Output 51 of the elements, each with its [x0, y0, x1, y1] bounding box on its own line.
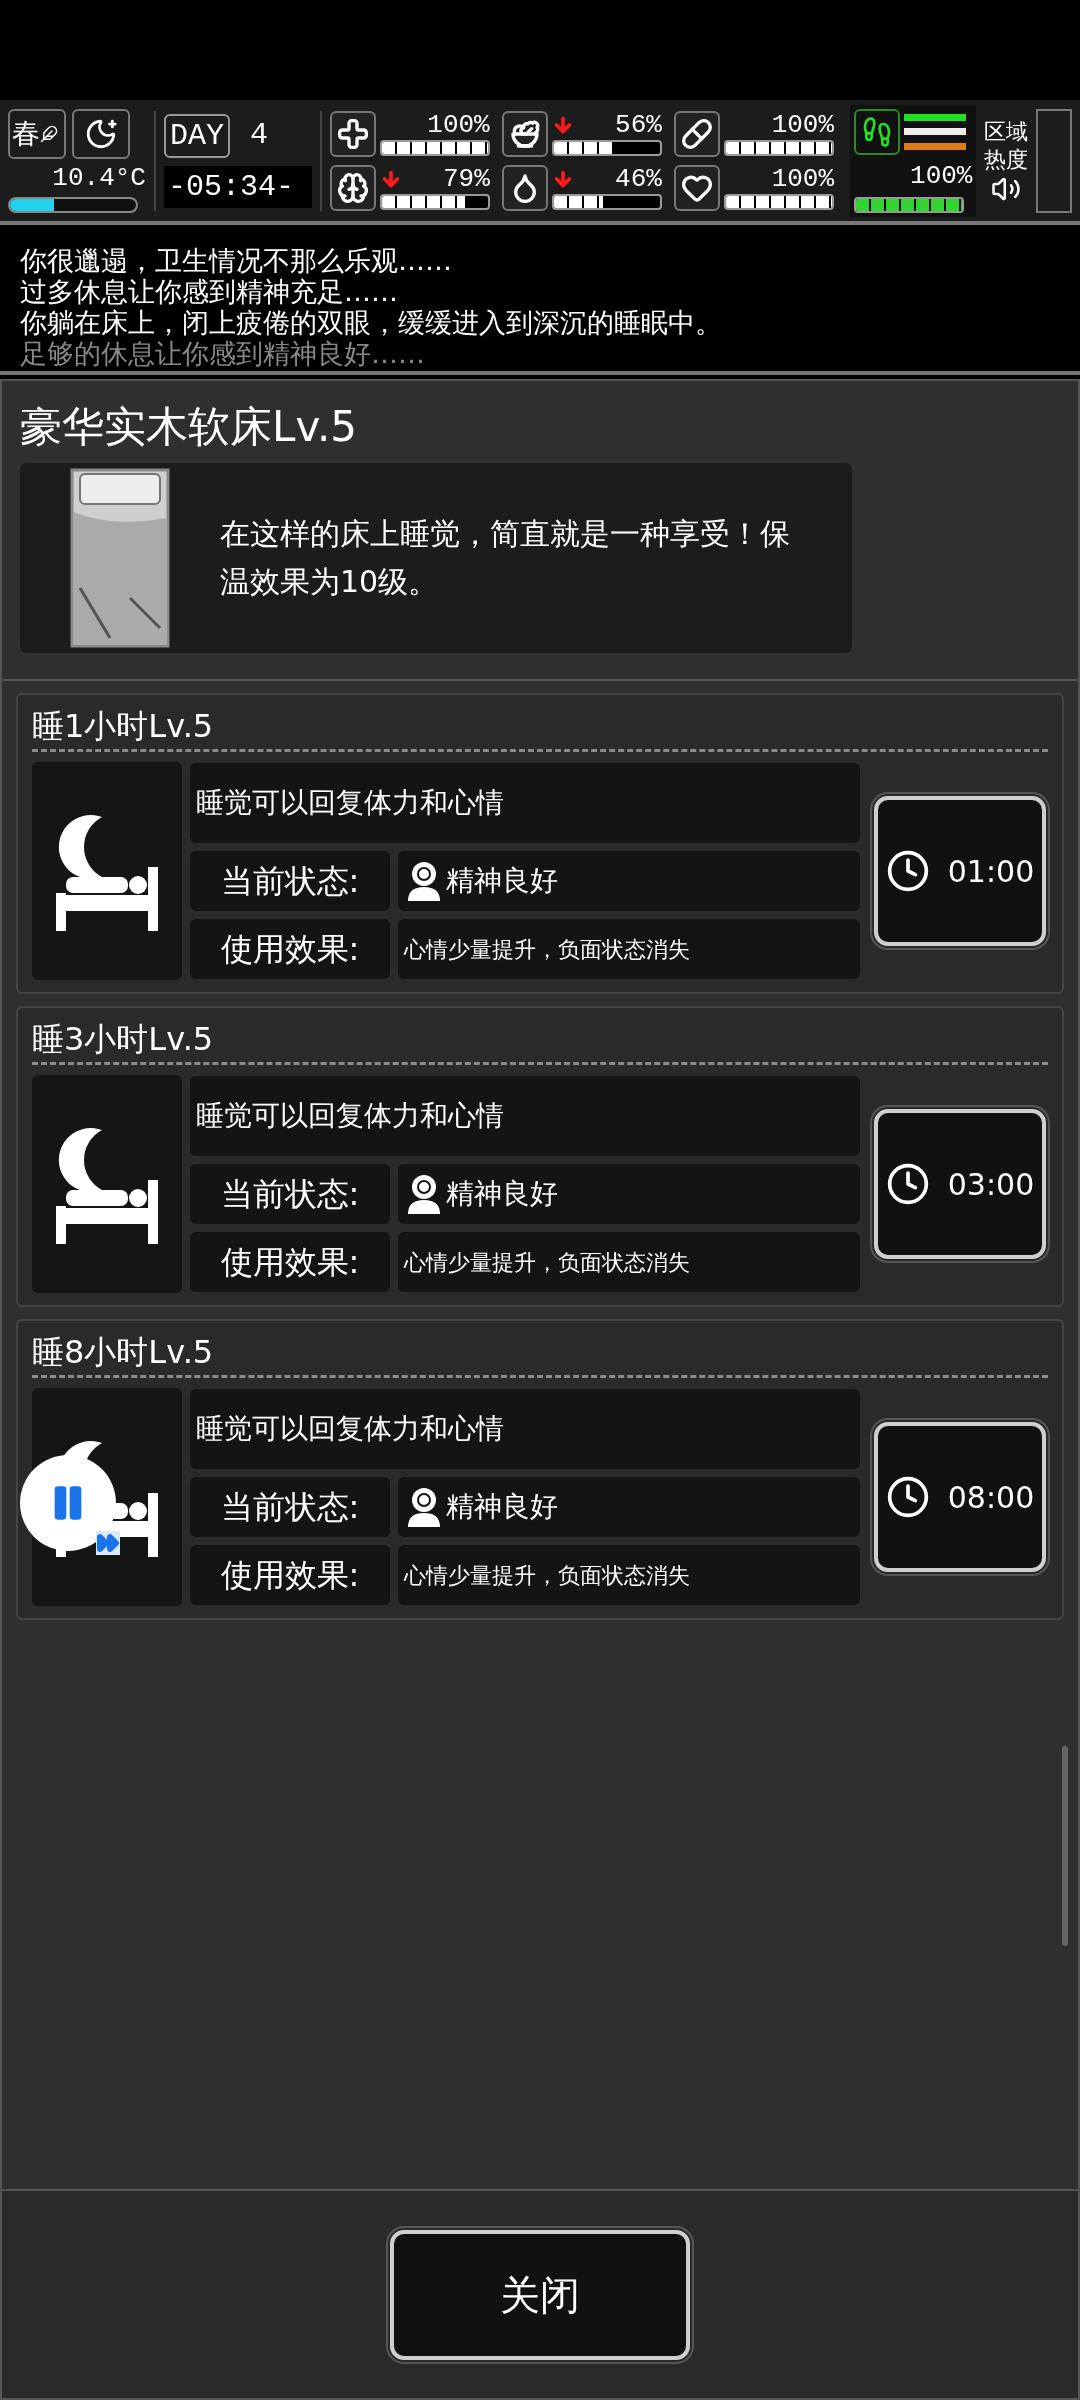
stat-reading: 100% — [771, 165, 835, 192]
day-label: DAY — [163, 113, 230, 158]
medkit-icon — [329, 110, 376, 157]
person-icon — [406, 861, 442, 901]
stat-reading: 79% — [442, 165, 490, 192]
status-text: 精神良好 — [446, 863, 558, 899]
clock-icon — [885, 849, 930, 893]
effect-value: 心情少量提升，负面状态消失 — [398, 1232, 860, 1292]
log-line: 足够的休息让你感到精神良好…… — [20, 338, 426, 369]
clock-icon — [885, 1475, 930, 1519]
description-text: 睡觉可以回复体力和心情 — [190, 1389, 860, 1469]
status-label: 当前状态: — [190, 1164, 390, 1224]
effect-value: 心情少量提升，负面状态消失 — [398, 919, 860, 979]
option-title: 睡3小时Lv.5 — [32, 1019, 215, 1060]
description-text: 睡觉可以回复体力和心情 — [190, 763, 860, 843]
item-title: 豪华实木软床Lv.5 — [20, 401, 359, 453]
feather-icon — [40, 124, 58, 143]
option-title: 睡8小时Lv.5 — [32, 1332, 215, 1373]
brain-icon — [329, 164, 376, 211]
day-number: 4 — [249, 117, 268, 154]
effect-label: 使用效果: — [190, 1545, 390, 1605]
fast-forward-icon — [96, 1531, 120, 1555]
item-description: 在这样的床上睡觉，简直就是一种享受！保温效果为10级。 — [220, 515, 791, 601]
status-text: 精神良好 — [446, 1489, 558, 1525]
log-line: 你躺在床上，闭上疲倦的双眼，缓缓进入到深沉的睡眠中。 — [20, 307, 723, 338]
pill-icon — [674, 110, 721, 157]
foot-icon — [854, 108, 901, 155]
drop-icon — [501, 164, 548, 211]
person-icon — [406, 1487, 442, 1527]
status-label: 当前状态: — [190, 851, 390, 911]
person-icon — [406, 1174, 442, 1214]
option-title: 睡1小时Lv.5 — [32, 706, 215, 747]
description-text: 睡觉可以回复体力和心情 — [190, 1076, 860, 1156]
effect-label: 使用效果: — [190, 919, 390, 979]
stat-reading: 100% — [427, 111, 490, 138]
stat-reading: 46% — [615, 165, 662, 192]
log-line: 你很邋遢，卫生情况不那么乐观…… — [20, 245, 453, 276]
stripes-icon — [904, 111, 967, 152]
stamina-reading: 100% — [910, 162, 973, 189]
status-label: 当前状态: — [190, 1477, 390, 1537]
log-line: 过多休息让你感到精神充足…… — [20, 276, 399, 307]
stat-reading: 100% — [771, 111, 835, 138]
temperature-reading: 10.4°C — [52, 164, 146, 191]
status-text: 精神良好 — [446, 1176, 558, 1212]
season-tile: 春 — [8, 108, 66, 159]
zone-heat-label: 区域热度 — [984, 117, 1029, 174]
effect-label: 使用效果: — [190, 1232, 390, 1292]
clock-reading: -05:34- — [163, 166, 312, 208]
effect-value: 心情少量提升，负面状态消失 — [398, 1545, 860, 1605]
stat-reading: 56% — [615, 111, 662, 138]
clock-icon — [885, 1162, 930, 1206]
